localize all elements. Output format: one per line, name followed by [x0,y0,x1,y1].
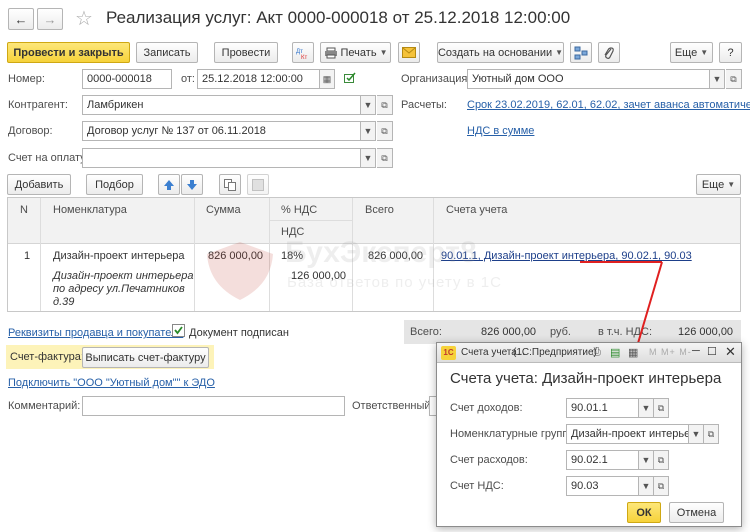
app-logo-icon: 1С [441,346,456,360]
dialog-calendar-icon[interactable]: ▦ [628,346,638,359]
income-account-open[interactable]: ⧉ [653,398,669,418]
open-icon: ⧉ [657,402,665,413]
expense-account-open[interactable]: ⧉ [653,450,669,470]
income-account-dropdown[interactable]: ▼ [638,398,654,418]
nomenclature-group-field[interactable]: Дизайн-проект интерьера [566,424,689,444]
dialog-table-icon[interactable]: ▤ [610,346,620,359]
dialog-heading: Счета учета: Дизайн-проект интерьера [450,370,722,387]
open-icon: ⧉ [657,480,665,491]
dialog-memory-icons[interactable]: M M+ M- [649,347,692,357]
open-icon: ⧉ [707,428,715,439]
ok-button[interactable]: ОК [627,502,661,523]
dropdown-arrow-icon: ▼ [691,429,701,439]
vat-account-open[interactable]: ⧉ [653,476,669,496]
accounts-dialog: 1С Счета учета... (1С:Предприятие) ⎙ ▤ ▦… [436,342,742,527]
dialog-print-icon[interactable]: ⎙ [592,346,601,359]
dropdown-arrow-icon: ▼ [641,455,651,465]
maximize-icon[interactable]: ☐ [707,345,717,358]
nomenclature-group-dropdown[interactable]: ▼ [688,424,704,444]
expense-account-field[interactable]: 90.02.1 [566,450,639,470]
income-account-label: Счет доходов: [450,402,523,414]
vat-account-label: Счет НДС: [450,480,504,492]
close-icon[interactable]: ✕ [725,344,736,360]
income-account-field[interactable]: 90.01.1 [566,398,639,418]
cancel-button[interactable]: Отмена [669,502,724,523]
minimize-icon[interactable]: ─ [692,345,700,357]
vat-account-dropdown[interactable]: ▼ [638,476,654,496]
dialog-app-name: (1С:Предприятие) [513,347,597,358]
nomenclature-group-label: Номенклатурные группы: [450,428,580,440]
dropdown-arrow-icon: ▼ [641,481,651,491]
nomenclature-group-open[interactable]: ⧉ [703,424,719,444]
expense-account-dropdown[interactable]: ▼ [638,450,654,470]
expense-account-label: Счет расходов: [450,454,528,466]
dropdown-arrow-icon: ▼ [641,403,651,413]
open-icon: ⧉ [657,454,665,465]
vat-account-field[interactable]: 90.03 [566,476,639,496]
